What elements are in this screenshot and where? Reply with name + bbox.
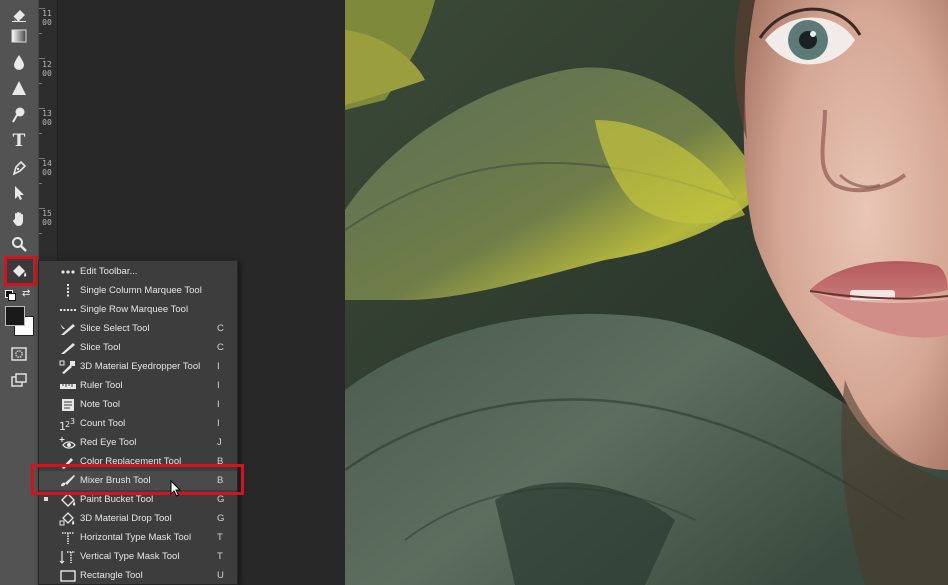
arrow-cursor-icon[interactable] [5, 181, 33, 205]
menu-item-shortcut: C [217, 342, 224, 353]
menu-item-label: Rectangle Tool [80, 570, 143, 581]
menu-item-red-eye[interactable]: Red Eye Tool J [39, 433, 237, 452]
droplet-icon[interactable] [5, 50, 33, 74]
menu-item-label: Single Row Marquee Tool [80, 304, 189, 315]
menu-item-slice-select[interactable]: Slice Select Tool C [39, 319, 237, 338]
svg-text:3: 3 [70, 417, 75, 426]
ruler-label: 1300 [42, 109, 52, 127]
menu-item-shortcut: I [217, 380, 220, 391]
hand-icon[interactable] [5, 207, 33, 231]
tool-flyout-menu: Edit Toolbar... Single Column Marquee To… [38, 260, 238, 585]
red-eye-icon [57, 435, 79, 451]
tools-panel: T ⇄ [0, 0, 38, 585]
ruler-label: 1200 [42, 60, 52, 78]
menu-selection-highlight [31, 464, 244, 495]
menu-item-edit-toolbar[interactable]: Edit Toolbar... [39, 262, 237, 281]
menu-item-label: Note Tool [80, 399, 120, 410]
menu-item-single-row-marquee[interactable]: Single Row Marquee Tool [39, 300, 237, 319]
menu-item-shortcut: T [217, 551, 223, 562]
menu-item-3d-material-eyedropper[interactable]: 3D Material Eyedropper Tool I [39, 357, 237, 376]
pen-icon[interactable] [5, 156, 33, 180]
ruler-label: 1400 [42, 159, 52, 177]
ruler-label: 1100 [42, 9, 52, 27]
menu-item-horizontal-type-mask[interactable]: Horizontal Type Mask Tool T [39, 528, 237, 547]
menu-item-label: Paint Bucket Tool [80, 494, 154, 505]
material-drop-icon [57, 511, 79, 527]
menu-item-shortcut: I [217, 399, 220, 410]
menu-item-label: Single Column Marquee Tool [80, 285, 202, 296]
menu-item-label: Slice Tool [80, 342, 121, 353]
menu-item-label: 3D Material Drop Tool [80, 513, 172, 524]
screen-mode-icon[interactable] [5, 368, 33, 392]
menu-item-count[interactable]: 123 Count Tool I [39, 414, 237, 433]
menu-item-label: Vertical Type Mask Tool [80, 551, 180, 562]
dodge-icon[interactable] [5, 103, 33, 127]
swap-colors-icon[interactable]: ⇄ [22, 288, 30, 299]
eraser-icon[interactable] [5, 2, 33, 26]
type-glyph: T [12, 131, 26, 151]
menu-item-shortcut: J [217, 437, 222, 448]
more-dots-icon [57, 264, 79, 280]
foreground-color-swatch[interactable] [5, 306, 25, 326]
menu-item-single-column-marquee[interactable]: Single Column Marquee Tool [39, 281, 237, 300]
menu-item-label: 3D Material Eyedropper Tool [80, 361, 201, 372]
menu-item-ruler[interactable]: Ruler Tool I [39, 376, 237, 395]
magnifier-icon[interactable] [5, 232, 33, 256]
slice-icon [57, 340, 79, 356]
menu-item-shortcut: G [217, 513, 225, 524]
single-row-marquee-icon [57, 302, 79, 318]
slice-select-icon [57, 321, 79, 337]
single-column-marquee-icon [57, 283, 79, 299]
menu-item-3d-material-drop[interactable]: 3D Material Drop Tool G [39, 509, 237, 528]
menu-item-shortcut: C [217, 323, 224, 334]
menu-item-label: Ruler Tool [80, 380, 123, 391]
menu-item-label: Red Eye Tool [80, 437, 137, 448]
menu-item-shortcut: U [217, 570, 224, 581]
menu-item-shortcut: I [217, 361, 220, 372]
menu-item-label: Slice Select Tool [80, 323, 150, 334]
toolbar-selection-highlight [4, 256, 37, 286]
menu-item-vertical-type-mask[interactable]: Vertical Type Mask Tool T [39, 547, 237, 566]
photo-image [345, 0, 948, 585]
ruler-label: 1500 [42, 209, 52, 227]
menu-item-label: Edit Toolbar... [80, 266, 138, 277]
default-colors-icon[interactable] [5, 290, 16, 301]
horizontal-type-mask-icon [57, 530, 79, 546]
menu-item-shortcut: I [217, 418, 220, 429]
canvas-photo[interactable] [345, 0, 948, 585]
menu-item-label: Count Tool [80, 418, 126, 429]
menu-item-shortcut: T [217, 532, 223, 543]
ruler-icon [57, 378, 79, 394]
gradient-icon[interactable] [5, 24, 33, 48]
rectangle-icon [57, 568, 79, 584]
mouse-cursor-icon [170, 479, 184, 498]
menu-item-rectangle[interactable]: Rectangle Tool U [39, 566, 237, 585]
menu-item-shortcut: G [217, 494, 225, 505]
menu-item-label: Horizontal Type Mask Tool [80, 532, 192, 543]
menu-item-slice[interactable]: Slice Tool C [39, 338, 237, 357]
quick-mask-icon[interactable] [5, 342, 33, 366]
count-icon: 123 [57, 416, 79, 432]
triangle-icon[interactable] [5, 76, 33, 100]
menu-item-note[interactable]: Note Tool I [39, 395, 237, 414]
eyedropper-3d-icon [57, 359, 79, 375]
type-icon[interactable]: T [5, 129, 33, 153]
note-icon [57, 397, 79, 413]
vertical-type-mask-icon [57, 549, 79, 565]
